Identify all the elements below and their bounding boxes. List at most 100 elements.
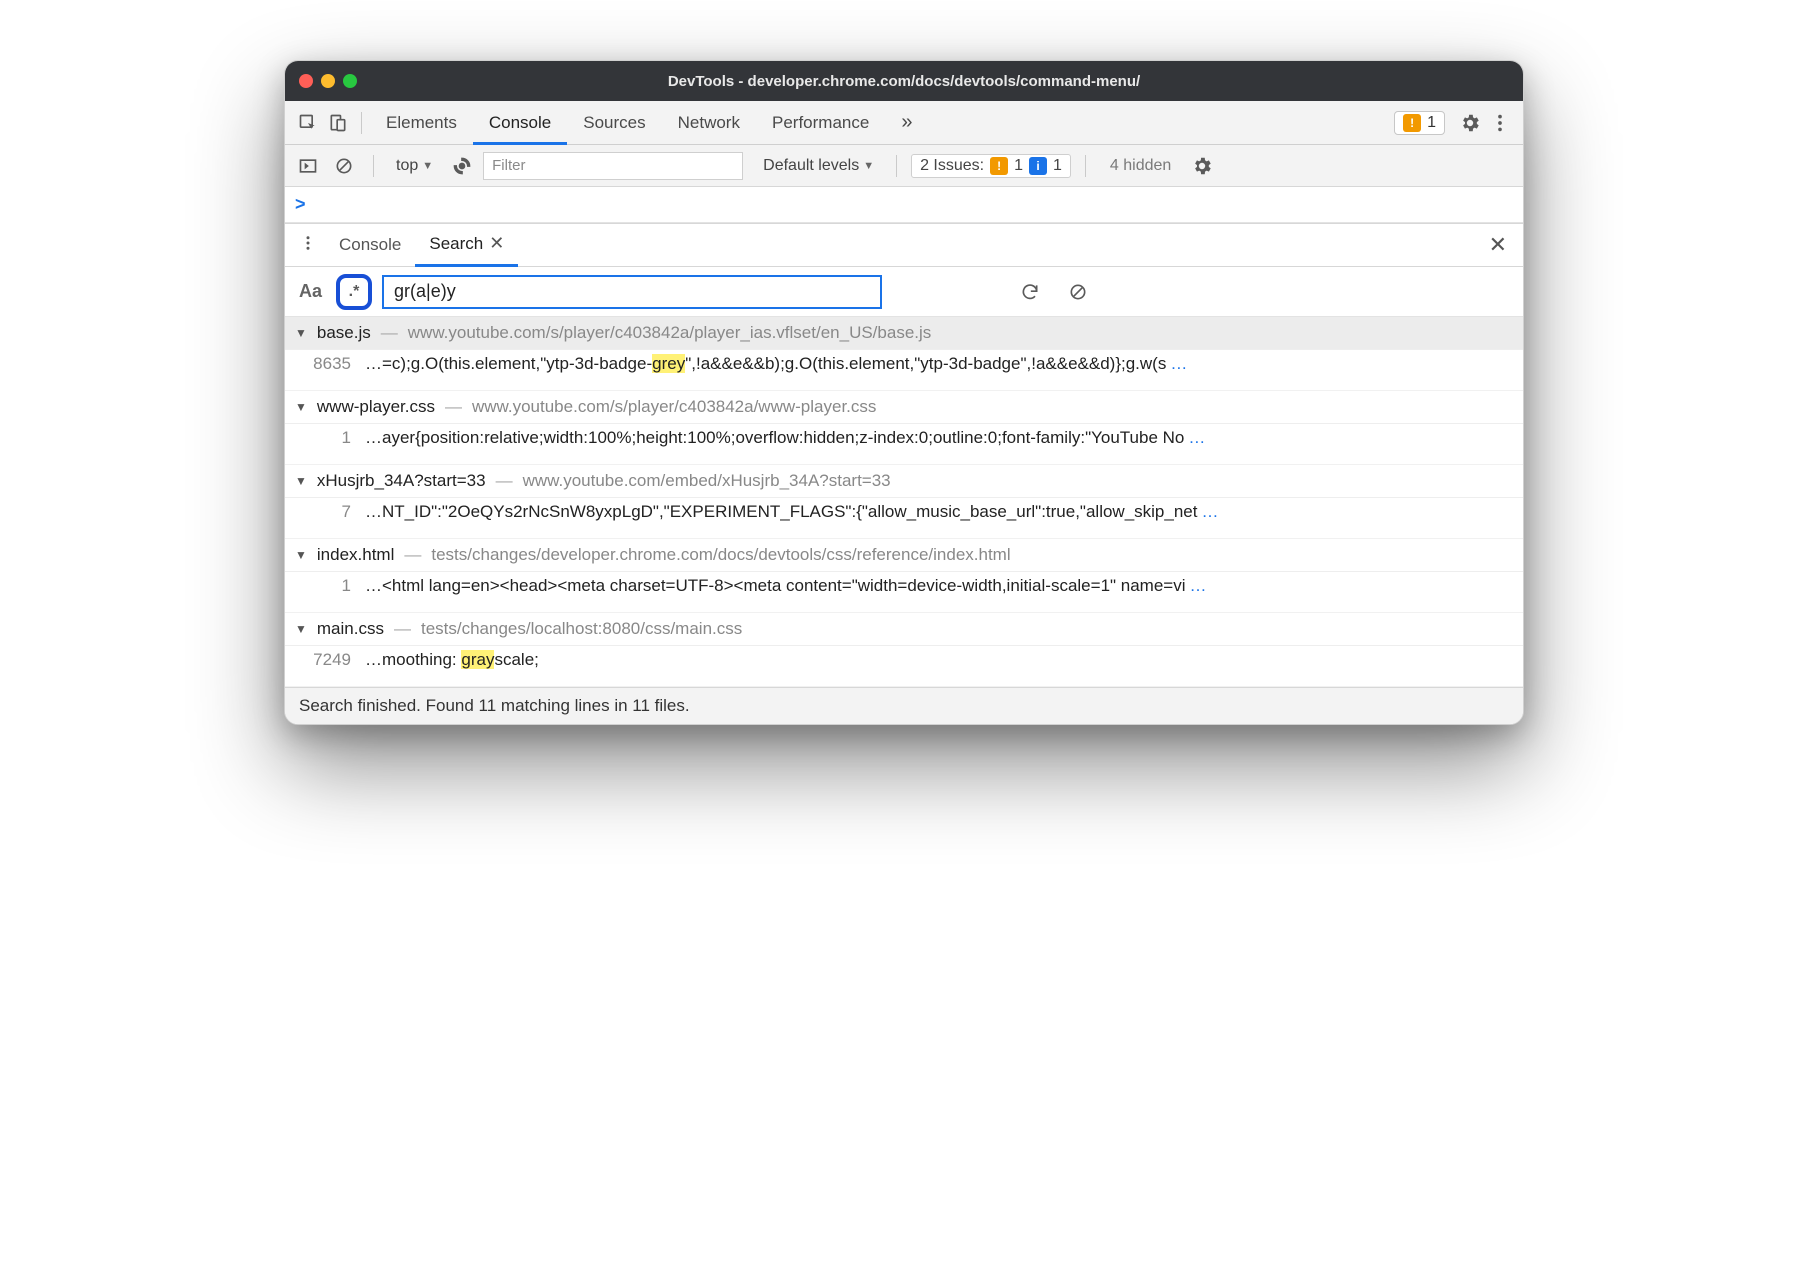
chevron-down-icon: ▼	[422, 160, 433, 172]
issues-warning-count: 1	[1014, 157, 1023, 175]
tab-sources[interactable]: Sources	[567, 101, 661, 145]
clear-search-icon[interactable]	[1063, 277, 1093, 307]
disclosure-triangle-icon: ▼	[295, 548, 307, 562]
separator: —	[496, 471, 513, 491]
close-window-button[interactable]	[299, 74, 313, 88]
result-line[interactable]: 8635 …=c);g.O(this.element,"ytp-3d-badge-…	[285, 350, 1523, 391]
result-file-header[interactable]: ▼main.css—tests/changes/localhost:8080/c…	[285, 613, 1523, 646]
result-file-name: www-player.css	[317, 397, 435, 417]
console-filter-bar: top ▼ Default levels ▼ 2 Issues: ! 1 i 1…	[285, 145, 1523, 187]
sidebar-toggle-icon[interactable]	[293, 151, 323, 181]
result-line[interactable]: 1 …ayer{position:relative;width:100%;heig…	[285, 424, 1523, 465]
result-line[interactable]: 7249 …moothing: grayscale;	[285, 646, 1523, 687]
result-file-header[interactable]: ▼ index.html — tests/changes/developer.chro…	[285, 539, 1523, 572]
prompt-chevron-icon: >	[295, 194, 306, 215]
issues-info-count: 1	[1053, 157, 1062, 175]
window-title: DevTools - developer.chrome.com/docs/dev…	[285, 73, 1523, 90]
drawer-tabbar: Console Search ✕ ✕	[285, 223, 1523, 267]
line-number: 1	[303, 428, 351, 448]
separator: —	[394, 619, 411, 639]
regex-icon: .*	[349, 283, 360, 301]
clear-console-icon[interactable]	[329, 151, 359, 181]
search-query-input[interactable]	[382, 275, 882, 309]
truncation-ellipsis: …	[1197, 502, 1218, 521]
close-tab-icon[interactable]: ✕	[483, 233, 504, 254]
refresh-search-icon[interactable]	[1015, 277, 1045, 307]
top-issue-count: 1	[1427, 114, 1436, 132]
info-icon: i	[1029, 157, 1047, 175]
console-filter-input[interactable]	[483, 152, 743, 180]
live-expression-icon[interactable]	[447, 151, 477, 181]
result-file-path: www.youtube.com/s/player/c403842a/www-pl…	[472, 397, 876, 417]
separator: —	[381, 323, 398, 343]
tab-performance[interactable]: Performance	[756, 101, 885, 145]
line-content: …ayer{position:relative;width:100%;heigh…	[365, 428, 1205, 448]
top-issue-badge[interactable]: ! 1	[1394, 111, 1445, 135]
search-results: ▼base.js—www.youtube.com/s/player/c40384…	[285, 317, 1523, 687]
result-line[interactable]: 1 …<html lang=en><head><meta charset=UTF-…	[285, 572, 1523, 613]
settings-gear-icon[interactable]	[1455, 108, 1485, 138]
result-file-path: tests/changes/localhost:8080/css/main.cs…	[421, 619, 742, 639]
truncation-ellipsis: …	[1184, 428, 1205, 447]
line-number: 1	[303, 576, 351, 596]
result-file-path: www.youtube.com/s/player/c403842a/player…	[408, 323, 932, 343]
log-levels-selector[interactable]: Default levels ▼	[755, 157, 882, 175]
tab-network[interactable]: Network	[662, 101, 756, 145]
result-line[interactable]: 7 …NT_ID":"2OeQYs2rNcSnW8yxpLgD","EXPERIM…	[285, 498, 1523, 539]
tab-console[interactable]: Console	[473, 101, 567, 145]
context-selector[interactable]: top ▼	[388, 157, 441, 175]
separator	[373, 155, 374, 177]
result-file-header[interactable]: ▼ xHusjrb_34A?start=33 — www.youtube.com/em…	[285, 465, 1523, 498]
minimize-window-button[interactable]	[321, 74, 335, 88]
result-file-name: index.html	[317, 545, 394, 565]
separator: —	[445, 397, 462, 417]
maximize-window-button[interactable]	[343, 74, 357, 88]
disclosure-triangle-icon: ▼	[295, 474, 307, 488]
regex-toggle-button[interactable]: .*	[336, 274, 372, 310]
device-toolbar-icon[interactable]	[323, 108, 353, 138]
match-highlight: gray	[461, 650, 494, 669]
separator	[361, 112, 362, 134]
chevron-down-icon: ▼	[863, 160, 874, 172]
drawer-tab-console[interactable]: Console	[325, 223, 415, 267]
warning-icon: !	[990, 157, 1008, 175]
context-label: top	[396, 157, 418, 175]
result-file-path: www.youtube.com/embed/xHusjrb_34A?start=…	[523, 471, 891, 491]
main-toolbar: Elements Console Sources Network Perform…	[285, 101, 1523, 145]
result-file-header[interactable]: ▼www-player.css—www.youtube.com/s/player…	[285, 391, 1523, 424]
tabs-overflow-button[interactable]: »	[885, 101, 928, 145]
close-drawer-icon[interactable]: ✕	[1479, 232, 1517, 258]
window-titlebar: DevTools - developer.chrome.com/docs/dev…	[285, 61, 1523, 101]
result-file-header[interactable]: ▼base.js—www.youtube.com/s/player/c40384…	[285, 317, 1523, 350]
console-settings-icon[interactable]	[1187, 151, 1217, 181]
drawer-tab-search[interactable]: Search ✕	[415, 223, 518, 267]
hidden-count[interactable]: 4 hidden	[1110, 157, 1171, 175]
search-status-bar: Search finished. Found 11 matching lines…	[285, 687, 1523, 724]
levels-label: Default levels	[763, 157, 859, 175]
drawer-tab-search-label: Search	[429, 234, 483, 254]
issues-label: 2 Issues:	[920, 157, 984, 175]
traffic-lights	[299, 74, 357, 88]
inspect-element-icon[interactable]	[293, 108, 323, 138]
separator: —	[404, 545, 421, 565]
result-file-name: xHusjrb_34A?start=33	[317, 471, 486, 491]
separator	[896, 155, 897, 177]
line-number: 8635	[303, 354, 351, 374]
issues-summary[interactable]: 2 Issues: ! 1 i 1	[911, 154, 1071, 178]
match-case-button[interactable]: Aa	[295, 281, 326, 302]
line-number: 7249	[303, 650, 351, 670]
truncation-ellipsis: …	[1166, 354, 1187, 373]
tab-elements[interactable]: Elements	[370, 101, 473, 145]
disclosure-triangle-icon: ▼	[295, 326, 307, 340]
drawer-more-menu-icon[interactable]	[291, 234, 325, 257]
result-file-path: tests/changes/developer.chrome.com/docs/…	[431, 545, 1010, 565]
warning-icon: !	[1403, 114, 1421, 132]
console-prompt[interactable]: >	[285, 187, 1523, 223]
line-content: …NT_ID":"2OeQYs2rNcSnW8yxpLgD","EXPERIME…	[365, 502, 1218, 522]
match-highlight: grey	[652, 354, 685, 373]
more-menu-icon[interactable]	[1485, 108, 1515, 138]
line-number: 7	[303, 502, 351, 522]
line-content: …moothing: grayscale;	[365, 650, 539, 670]
line-content: …=c);g.O(this.element,"ytp-3d-badge-grey…	[365, 354, 1187, 374]
line-content: …<html lang=en><head><meta charset=UTF-8…	[365, 576, 1207, 596]
